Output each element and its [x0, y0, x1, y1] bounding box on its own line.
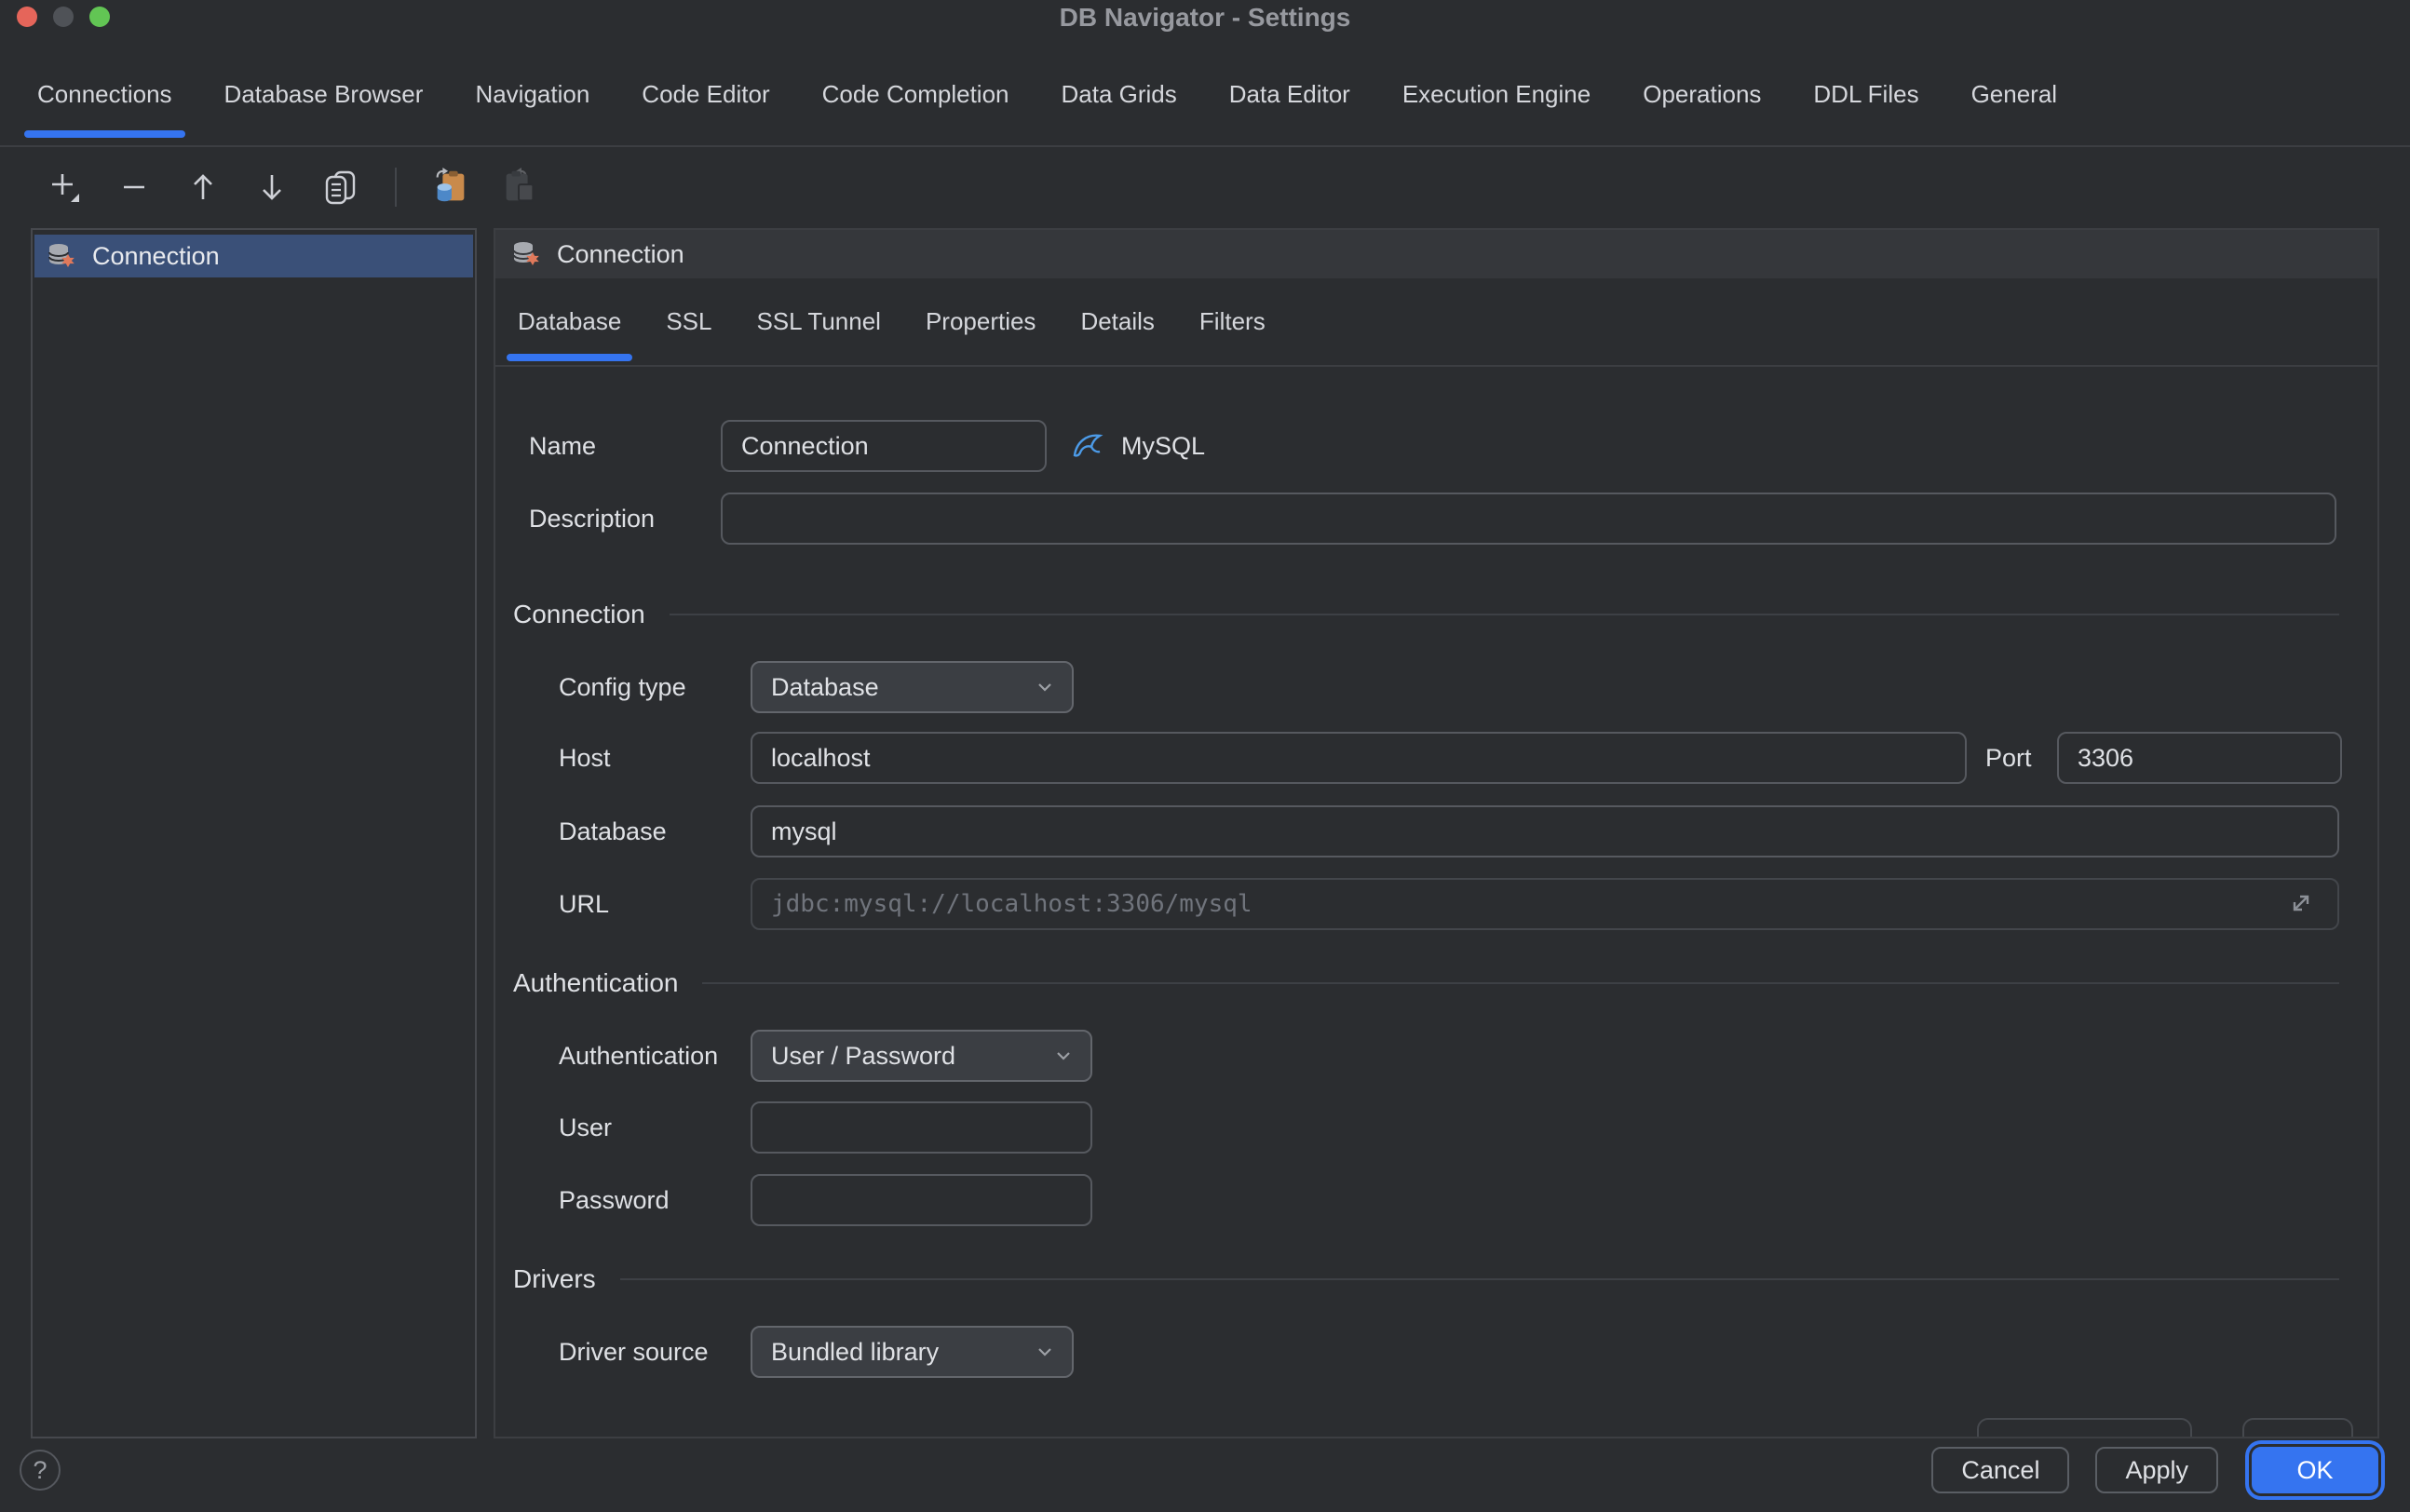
authentication-value: User / Password [771, 1042, 955, 1071]
chevron-down-icon [1035, 677, 1055, 697]
partial-button-right[interactable] [2242, 1418, 2353, 1438]
tab-navigation[interactable]: Navigation [462, 43, 602, 145]
window-title: DB Navigator - Settings [0, 3, 2410, 33]
database-connection-icon [46, 240, 77, 272]
paste-connection-from-clipboard-button[interactable] [499, 167, 540, 208]
password-label: Password [559, 1186, 670, 1215]
database-label: Database [559, 817, 667, 846]
add-icon [46, 168, 85, 207]
connections-toolbar [0, 147, 2410, 227]
titlebar: DB Navigator - Settings [0, 0, 2410, 43]
host-input[interactable] [751, 732, 1967, 784]
help-question-icon: ? [33, 1456, 47, 1485]
settings-tab-bar: Connections Database Browser Navigation … [0, 43, 2410, 147]
host-label: Host [559, 744, 611, 773]
connection-detail-panel: Connection Database SSL SSL Tunnel Prope… [494, 228, 2379, 1438]
description-input[interactable] [721, 493, 2336, 545]
driver-source-dropdown[interactable]: Bundled library [751, 1326, 1074, 1378]
name-label: Name [529, 432, 596, 461]
chevron-down-icon [1035, 1342, 1055, 1362]
tab-code-editor[interactable]: Code Editor [629, 43, 782, 145]
paste-from-clipboard-icon [499, 166, 540, 209]
tab-data-grids[interactable]: Data Grids [1049, 43, 1190, 145]
config-type-value: Database [771, 673, 879, 702]
add-connection-button[interactable] [45, 167, 86, 208]
config-type-dropdown[interactable]: Database [751, 661, 1074, 713]
remove-icon [115, 168, 154, 207]
user-input[interactable] [751, 1101, 1092, 1154]
connection-list-item[interactable]: Connection [34, 235, 473, 277]
tab-database-browser[interactable]: Database Browser [211, 43, 437, 145]
url-expand-button[interactable] [2287, 889, 2315, 917]
description-label: Description [529, 505, 655, 533]
engine-indicator: MySQL [1071, 430, 1205, 462]
arrow-down-icon [252, 168, 291, 207]
authentication-section-header: Authentication [513, 966, 2339, 1000]
password-input[interactable] [751, 1174, 1092, 1226]
help-button[interactable]: ? [20, 1450, 61, 1491]
database-settings-form: Name MySQL Description [495, 230, 2377, 1437]
settings-dialog: DB Navigator - Settings Connections Data… [0, 0, 2410, 1512]
url-label: URL [559, 890, 609, 919]
user-label: User [559, 1114, 612, 1142]
tab-data-editor[interactable]: Data Editor [1216, 43, 1363, 145]
section-divider [620, 1278, 2339, 1280]
tab-connections[interactable]: Connections [24, 43, 185, 145]
apply-button[interactable]: Apply [2095, 1447, 2218, 1493]
remove-connection-button[interactable] [114, 167, 155, 208]
tab-ddl-files[interactable]: DDL Files [1800, 43, 1931, 145]
engine-label: MySQL [1121, 432, 1205, 461]
section-divider [670, 614, 2339, 615]
copy-connection-to-clipboard-button[interactable] [430, 167, 471, 208]
authentication-label: Authentication [559, 1042, 718, 1071]
driver-source-value: Bundled library [771, 1338, 939, 1367]
arrow-up-icon [183, 168, 223, 207]
authentication-dropdown[interactable]: User / Password [751, 1030, 1092, 1082]
driver-source-label: Driver source [559, 1338, 709, 1367]
section-divider [702, 982, 2339, 984]
expand-icon [2287, 889, 2315, 917]
move-down-button[interactable] [251, 167, 292, 208]
config-type-label: Config type [559, 673, 686, 702]
ok-button[interactable]: OK [2252, 1447, 2378, 1493]
toolbar-separator [395, 168, 397, 207]
tab-execution-engine[interactable]: Execution Engine [1389, 43, 1604, 145]
tab-general[interactable]: General [1958, 43, 2071, 145]
partial-button-left[interactable] [1977, 1418, 2192, 1438]
drivers-section-header: Drivers [513, 1262, 2339, 1296]
database-input[interactable] [751, 805, 2339, 857]
name-input[interactable] [721, 420, 1047, 472]
port-input[interactable] [2057, 732, 2342, 784]
cancel-button[interactable]: Cancel [1931, 1447, 2069, 1493]
connections-list: Connection [31, 228, 477, 1438]
chevron-down-icon [1053, 1046, 1074, 1066]
mysql-dolphin-icon [1071, 430, 1108, 462]
connection-list-item-label: Connection [92, 242, 220, 271]
connection-section-header: Connection [513, 598, 2339, 631]
tab-code-completion[interactable]: Code Completion [809, 43, 1022, 145]
move-up-button[interactable] [183, 167, 223, 208]
duplicate-icon [320, 167, 361, 208]
tab-operations[interactable]: Operations [1630, 43, 1774, 145]
copy-to-clipboard-icon [430, 166, 471, 209]
port-label: Port [1985, 744, 2032, 773]
url-input [751, 878, 2339, 930]
dialog-buttons: Cancel Apply OK [1931, 1447, 2378, 1493]
duplicate-connection-button[interactable] [320, 167, 361, 208]
